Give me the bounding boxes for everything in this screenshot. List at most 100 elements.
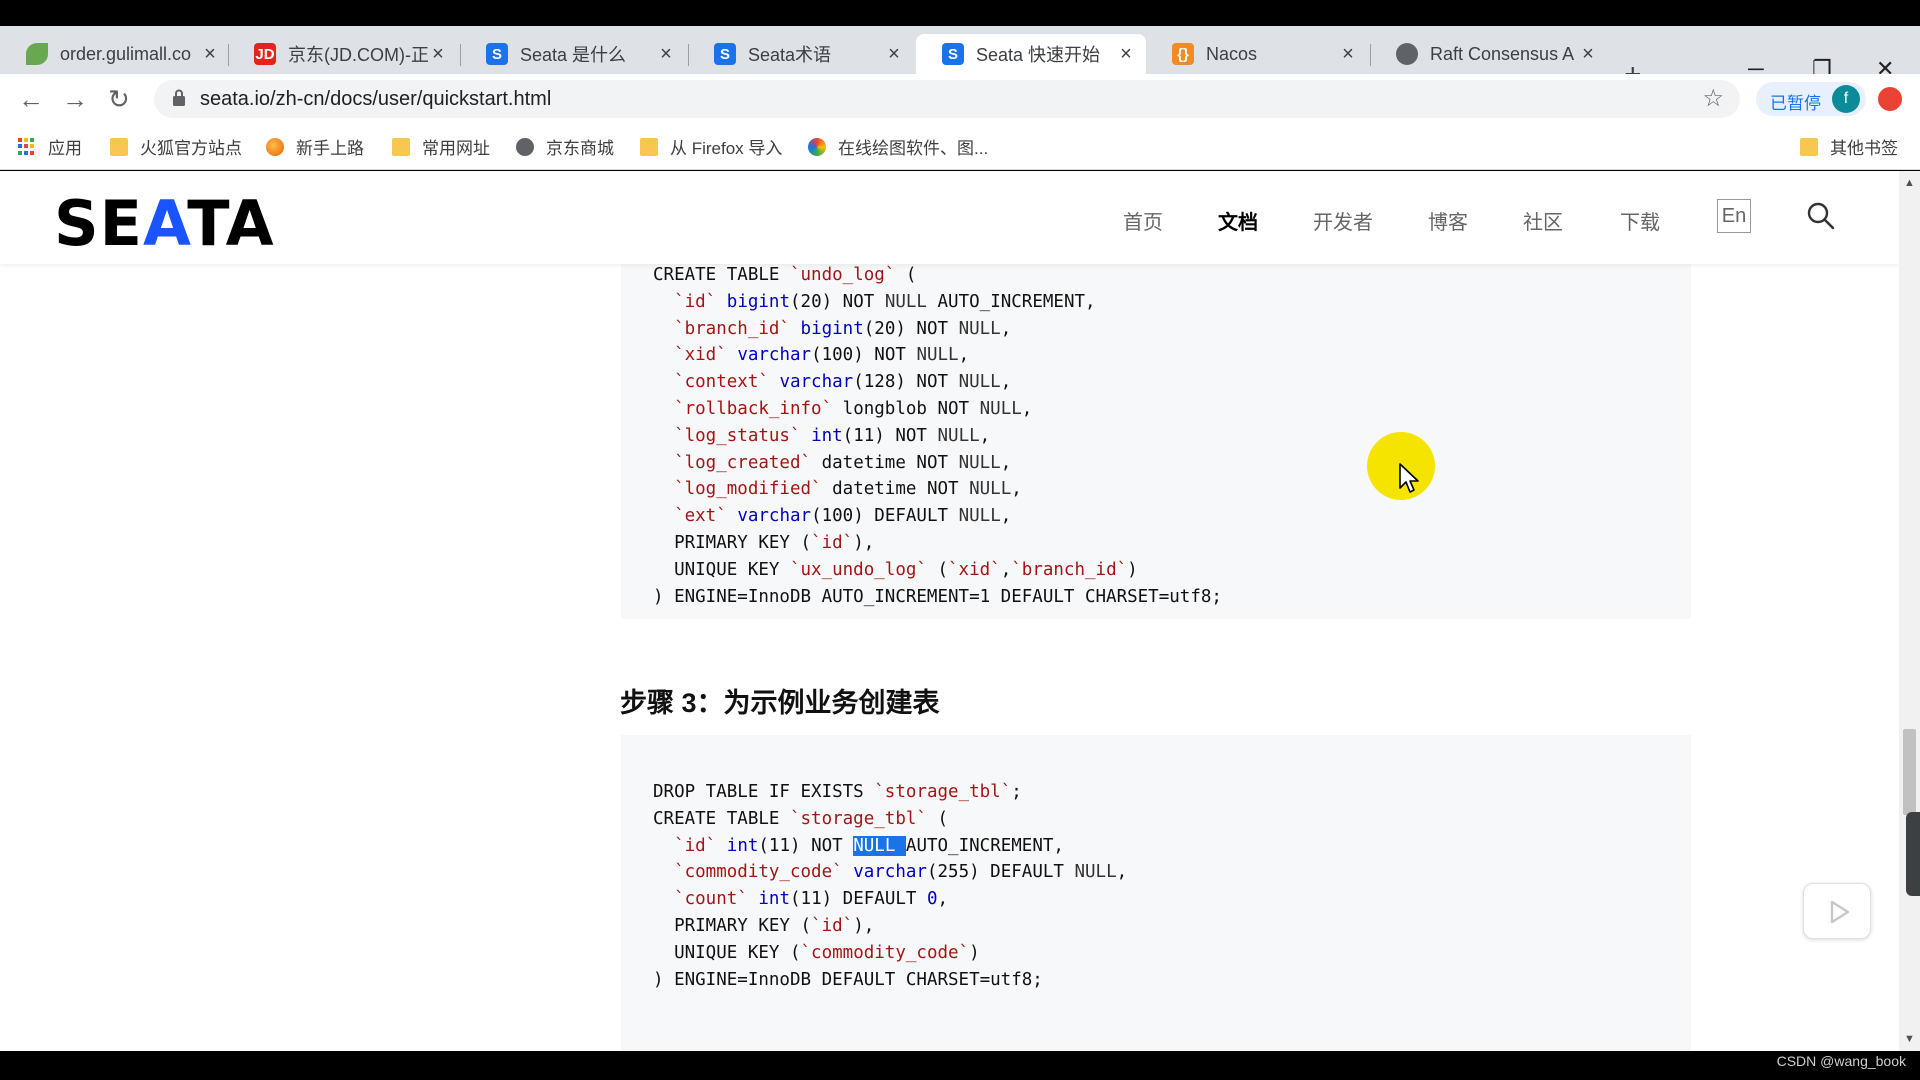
code-token: , (937, 889, 949, 910)
tab-1[interactable]: order.gulimall.co × (0, 34, 230, 74)
bookmark-7[interactable]: 在线绘图软件、图... (808, 134, 988, 159)
code-token: CREATE TABLE (653, 265, 790, 285)
tab-3[interactable]: S Seata 是什么 × (460, 34, 686, 74)
globe-icon (516, 137, 534, 156)
tab-close-icon[interactable]: × (656, 43, 676, 66)
back-button[interactable]: ← (18, 84, 44, 115)
code-token: , (1000, 318, 1012, 339)
code-token: bigint (800, 318, 864, 339)
code-token: `ext` (674, 506, 727, 527)
code-token: ) (969, 942, 980, 963)
bookmark-label: 在线绘图软件、图... (838, 139, 989, 158)
bookmark-1[interactable]: 应用 (18, 134, 82, 159)
tab-7[interactable]: Raft Consensus A × (1370, 34, 1608, 74)
tab-close-icon[interactable]: × (1338, 43, 1358, 66)
bookmark-6[interactable]: 从 Firefox 导入 (640, 134, 782, 159)
reload-button[interactable]: ↻ (108, 84, 130, 115)
nav-item-1[interactable]: 首页 (1123, 206, 1163, 235)
bookmark-label: 常用网址 (422, 139, 490, 158)
code-token: `xid` (948, 559, 1001, 580)
code-storage-tbl[interactable]: DROP TABLE IF EXISTS `storage_tbl`; CREAT… (653, 779, 1127, 993)
watermark: CSDN @wang_book (1776, 1053, 1906, 1069)
tab-6[interactable]: {} Nacos × (1146, 34, 1368, 74)
tab-close-icon[interactable]: × (1116, 43, 1136, 66)
tab-2[interactable]: JD 京东(JD.COM)-正 × (228, 34, 458, 74)
code-line: UNIQUE KEY (`commodity_code`) (653, 940, 1127, 967)
code-token: `storage_tbl` (789, 808, 927, 829)
extension-icon[interactable] (1878, 87, 1902, 111)
code-line: DROP TABLE IF EXISTS `storage_tbl`; (653, 779, 1127, 806)
code-token: NULL (1074, 862, 1117, 883)
tab-close-icon[interactable]: × (1578, 43, 1598, 66)
logo-text-accent: A (143, 187, 188, 260)
code-token: (128) NOT (853, 372, 959, 393)
code-token: NULL (937, 425, 980, 446)
page-viewport: CREATE TABLE `undo_log` ( `id` bigint(20… (0, 171, 1899, 1051)
code-token: datetime NOT (811, 452, 959, 473)
code-line: `branch_id` bigint(20) NOT NULL, (653, 316, 1222, 343)
forward-button[interactable]: → (62, 84, 88, 115)
code-token: NULL (969, 479, 1012, 500)
profile-avatar[interactable]: f (1832, 85, 1860, 113)
code-token: `log_created` (674, 452, 812, 473)
code-token: (100) DEFAULT (811, 506, 959, 527)
bookmark-2[interactable]: 火狐官方站点 (110, 134, 242, 159)
seata-logo[interactable]: SEATA (54, 187, 275, 260)
language-switch-button[interactable]: En (1717, 199, 1751, 233)
search-icon[interactable] (1806, 201, 1836, 231)
side-widget-handle[interactable] (1906, 812, 1920, 896)
tab-close-icon[interactable]: × (428, 43, 448, 66)
nav-item-2[interactable]: 文档 (1218, 206, 1258, 235)
step-heading: 步骤 3：为示例业务创建表 (620, 688, 940, 718)
scroll-up-arrow[interactable]: ▲ (1904, 177, 1915, 189)
tab-close-icon[interactable]: × (884, 43, 904, 66)
page-scrollbar[interactable]: ▲ ▼ (1899, 171, 1920, 1051)
code-token: ), (853, 532, 875, 553)
tab-close-icon[interactable]: × (200, 43, 220, 66)
bookmark-4[interactable]: 常用网址 (392, 134, 490, 159)
code-undo-log[interactable]: CREATE TABLE `undo_log` ( `id` bigint(20… (653, 262, 1222, 610)
seata-icon: S (486, 43, 508, 65)
code-token: ( (926, 808, 949, 829)
bookmark-3[interactable]: 新手上路 (266, 134, 364, 159)
logo-text-end: TA (187, 187, 275, 260)
folder-icon (640, 137, 658, 156)
url-text: seata.io/zh-cn/docs/user/quickstart.html (200, 88, 552, 110)
tab-title: Seata 是什么 (520, 45, 627, 65)
code-token: NULL (958, 452, 1001, 473)
tab-separator (1370, 44, 1371, 66)
scroll-down-arrow[interactable]: ▼ (1904, 1033, 1915, 1045)
tab-4[interactable]: S Seata术语 × (688, 34, 914, 74)
code-token: `context` (674, 372, 769, 393)
code-token: DROP TABLE IF EXISTS (653, 782, 875, 802)
apps-dot (24, 137, 28, 142)
bookmark-5[interactable]: 京东商城 (516, 134, 614, 159)
code-line: PRIMARY KEY (`id`), (653, 913, 1127, 940)
tab-5[interactable]: S Seata 快速开始 × (916, 34, 1146, 74)
nav-item-3[interactable]: 开发者 (1313, 206, 1373, 235)
bookmark-8[interactable]: 其他书签 (1800, 134, 1898, 159)
code-token: (20) NOT (863, 318, 959, 339)
seata-icon: S (714, 43, 736, 65)
tab-title: Seata术语 (748, 45, 832, 65)
code-line: ) ENGINE=InnoDB AUTO_INCREMENT=1 DEFAULT… (653, 584, 1222, 611)
bookmark-star-icon[interactable]: ☆ (1702, 84, 1724, 113)
nav-item-4[interactable]: 博客 (1428, 206, 1468, 235)
scroll-thumb[interactable] (1903, 729, 1916, 815)
address-bar[interactable]: seata.io/zh-cn/docs/user/quickstart.html… (154, 80, 1740, 118)
nav-item-5[interactable]: 社区 (1523, 206, 1563, 235)
video-play-button[interactable] (1803, 883, 1871, 939)
code-line: `count` int(11) DEFAULT 0, (653, 886, 1127, 913)
nav-item-6[interactable]: 下载 (1620, 206, 1660, 235)
code-block-storage-tbl: DROP TABLE IF EXISTS `storage_tbl`; CREAT… (621, 735, 1691, 1051)
site-header: SEATA 首页 文档 开发者 博客 社区 下载 En (0, 171, 1899, 264)
code-token: `branch_id` (1011, 559, 1128, 580)
